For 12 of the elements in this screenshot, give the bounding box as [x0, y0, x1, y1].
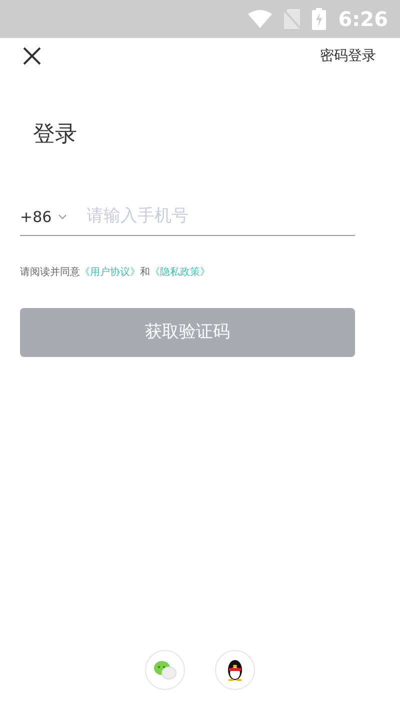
chevron-down-icon[interactable]: [58, 214, 67, 220]
get-code-button: 获取验证码: [20, 308, 355, 358]
social-login-button[interactable]: [215, 650, 255, 690]
chat-bubbles-icon: [153, 660, 177, 680]
penguin-icon: [226, 659, 244, 681]
country-code[interactable]: +86: [20, 206, 52, 228]
password-login-link[interactable]: 密码登录: [320, 46, 376, 66]
wifi-icon: [248, 10, 272, 28]
agreement-text: 请阅读并同意《用户协议》和《隐私政策》: [20, 267, 210, 278]
battery-charging-icon: [312, 8, 326, 30]
page-title: 登录: [33, 122, 77, 148]
no-sim-icon: [284, 9, 300, 29]
